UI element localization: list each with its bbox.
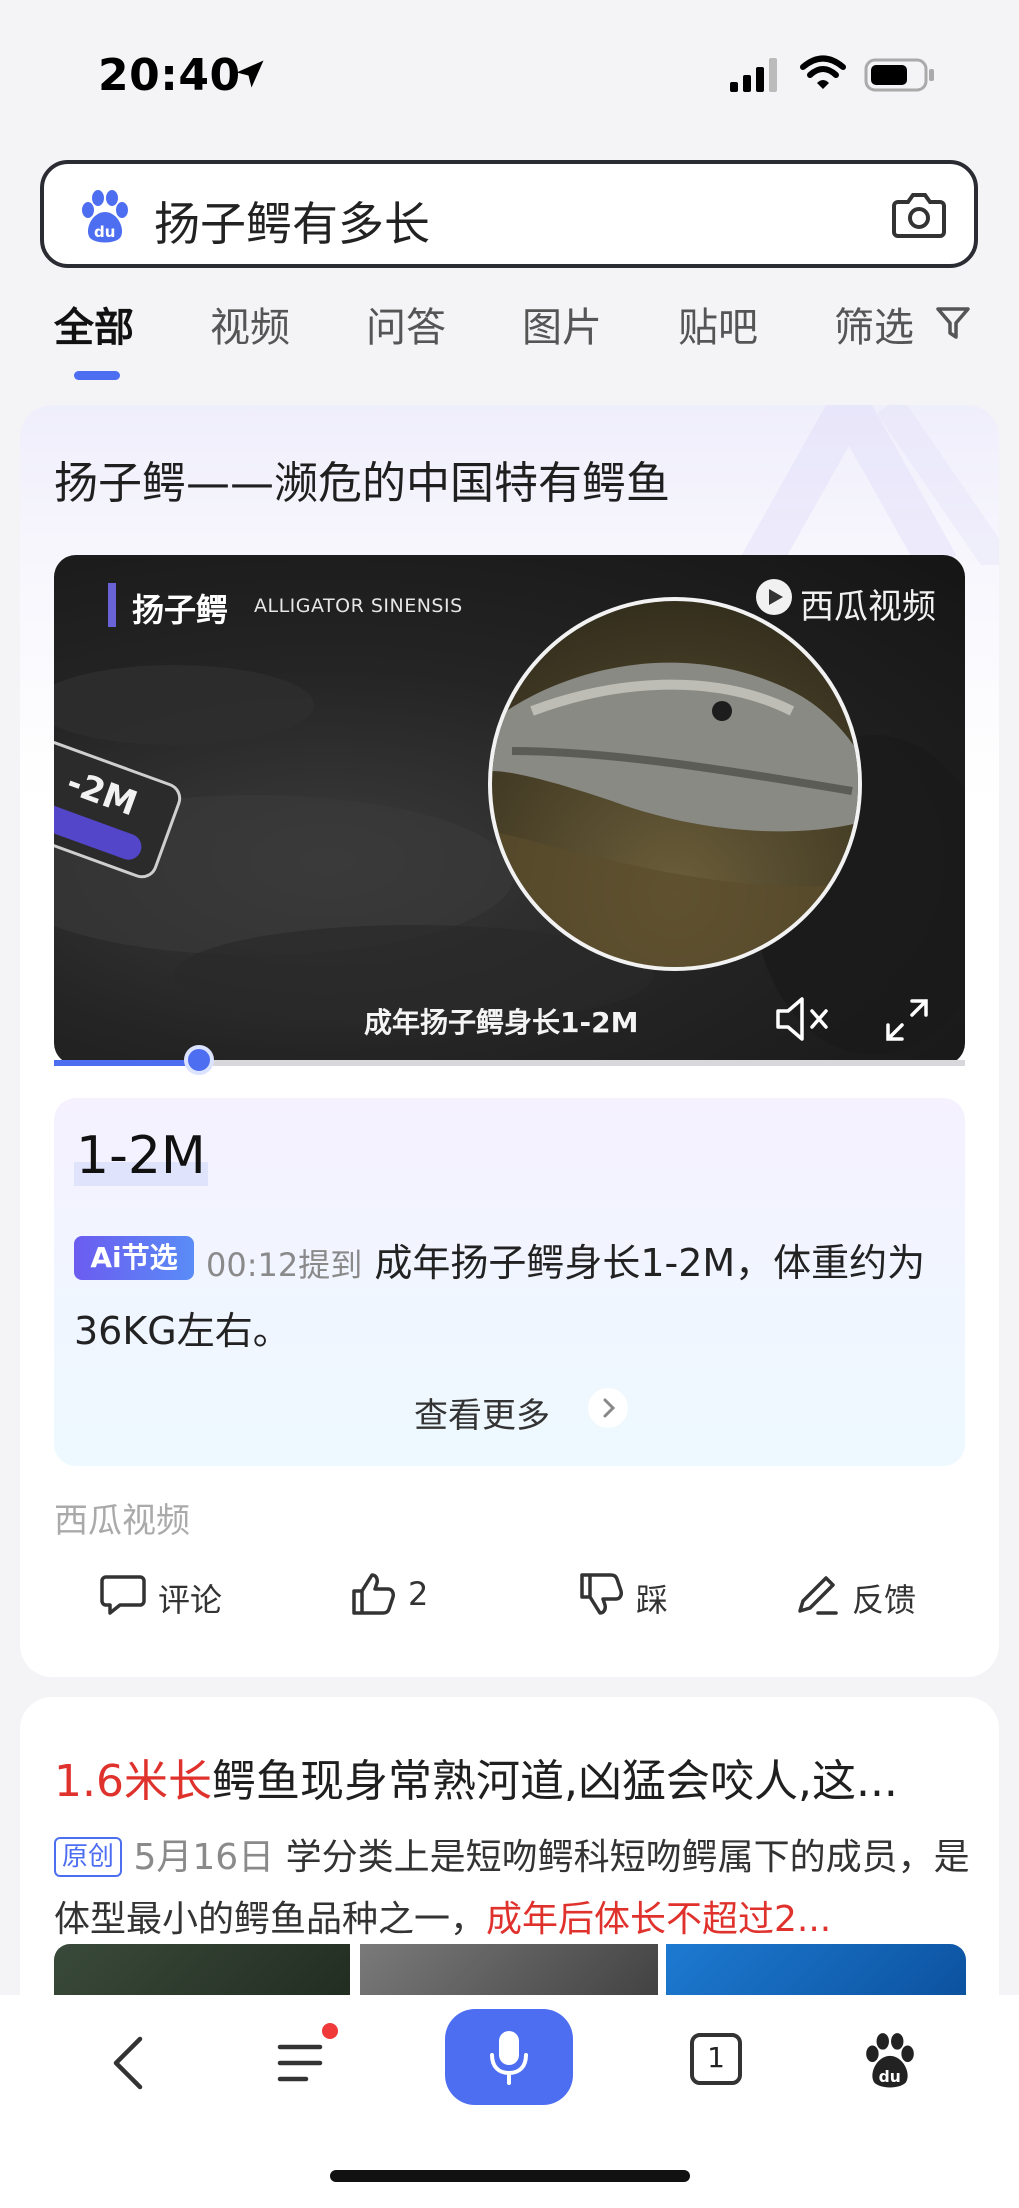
feedback-label: 反馈 xyxy=(852,1581,917,1619)
voice-search-button[interactable] xyxy=(445,2009,573,2105)
comment-icon xyxy=(100,1575,146,1615)
thumbs-up-icon xyxy=(352,1573,395,1615)
result-title[interactable]: 1.6米长鳄鱼现身常熟河道,凶猛会咬人,这... xyxy=(54,1745,898,1809)
video-subtitle-caption: 成年扬子鳄身长1-2M xyxy=(364,1006,639,1039)
title-rest: 鳄鱼现身常熟河道,凶猛会咬人,这... xyxy=(211,1756,898,1807)
result-card-article[interactable]: 1.6米长鳄鱼现身常熟河道,凶猛会咬人,这... 原创 5月16日 学分类上是短… xyxy=(20,1697,999,2027)
camera-icon[interactable] xyxy=(890,186,948,244)
chevron-right-icon[interactable] xyxy=(588,1388,628,1428)
status-time: 20:40 xyxy=(98,50,241,101)
back-icon[interactable] xyxy=(108,2033,148,2093)
baidu-logo-icon: du xyxy=(82,190,128,243)
tab-video[interactable]: 视频 xyxy=(210,295,290,353)
answer-highlight: 1-2M xyxy=(74,1126,208,1186)
like-count: 2 xyxy=(408,1575,429,1613)
active-tab-indicator xyxy=(74,371,120,380)
battery-icon xyxy=(864,58,934,92)
status-bar: 20:40 xyxy=(0,0,1019,150)
snippet-highlight: 成年后体长不超过2... xyxy=(486,1899,832,1940)
video-brand: 西瓜视频 xyxy=(800,587,936,627)
thumbs-down-icon xyxy=(580,1573,623,1615)
alligator-head-graphic xyxy=(492,662,858,967)
ai-answer-box: 1-2M Ai节选 00:12提到 成年扬子鳄身长1-2M，体重约为36KG左右… xyxy=(54,1098,965,1466)
search-input[interactable]: 扬子鳄有多长 xyxy=(154,188,430,254)
dislike-label: 踩 xyxy=(636,1581,669,1619)
result-actions: 评论 2 踩 反馈 xyxy=(20,1565,999,1635)
result-snippet: 原创 5月16日 学分类上是短吻鳄科短吻鳄属下的成员，是体型最小的鳄鱼品种之一，… xyxy=(54,1827,974,1951)
result-source[interactable]: 西瓜视频 xyxy=(54,1493,190,1542)
card-decoration xyxy=(741,405,999,565)
xigua-logo-icon xyxy=(756,579,792,615)
answer-body: 成年扬子鳄身长1-2M，体重约为36KG左右。 xyxy=(74,1241,926,1353)
tab-qa[interactable]: 问答 xyxy=(366,295,446,353)
cellular-signal-icon xyxy=(730,58,777,92)
filter-icon[interactable] xyxy=(934,303,972,343)
original-badge: 原创 xyxy=(54,1837,123,1877)
answer-text: 00:12提到 成年扬子鳄身长1-2M，体重约为36KG左右。 xyxy=(74,1230,954,1364)
search-box[interactable]: du 扬子鳄有多长 xyxy=(40,160,978,268)
title-highlight: 1.6米长 xyxy=(54,1756,212,1807)
microphone-icon xyxy=(490,2031,528,2085)
tab-images[interactable]: 图片 xyxy=(522,295,602,353)
title-accent-bar xyxy=(108,583,116,627)
result-card-video: 扬子鳄——濒危的中国特有鳄鱼 扬子鳄 ALLIGATOR SINENSIS 西瓜… xyxy=(20,405,999,1677)
see-more-link[interactable]: 查看更多 xyxy=(414,1388,550,1437)
menu-icon[interactable] xyxy=(276,2035,332,2091)
tabs-switcher-button[interactable]: 1 xyxy=(690,2033,742,2085)
video-progress-knob[interactable] xyxy=(184,1045,214,1075)
result-title[interactable]: 扬子鳄——濒危的中国特有鳄鱼 xyxy=(54,447,670,511)
svg-text:du: du xyxy=(879,2068,901,2086)
result-tabs: 全部 视频 问答 图片 贴吧 筛选 xyxy=(0,295,1019,385)
location-arrow-icon xyxy=(236,60,264,88)
video-overlay-title: 扬子鳄 xyxy=(132,591,229,629)
mute-icon[interactable] xyxy=(774,995,830,1043)
video-player[interactable]: 扬子鳄 ALLIGATOR SINENSIS 西瓜视频 -2M 成年扬子鳄身长1… xyxy=(54,555,965,1065)
tab-all[interactable]: 全部 xyxy=(54,295,134,353)
alligator-closeup-image xyxy=(488,597,862,971)
home-indicator[interactable] xyxy=(330,2170,690,2182)
svg-text:du: du xyxy=(94,223,115,241)
answer-timestamp[interactable]: 00:12提到 xyxy=(206,1246,362,1284)
baidu-home-icon[interactable]: du xyxy=(862,2031,918,2089)
wifi-icon xyxy=(800,55,846,89)
result-date: 5月16日 xyxy=(133,1837,275,1878)
tab-count: 1 xyxy=(707,2041,725,2074)
tab-filter[interactable]: 筛选 xyxy=(834,295,914,353)
video-overlay-subtitle: ALLIGATOR SINENSIS xyxy=(254,595,463,617)
tab-tieba[interactable]: 贴吧 xyxy=(678,295,758,353)
comment-label: 评论 xyxy=(158,1581,223,1619)
pencil-icon xyxy=(798,1576,838,1615)
notification-dot xyxy=(322,2023,338,2039)
fullscreen-icon[interactable] xyxy=(884,997,930,1043)
video-progress-fill xyxy=(54,1060,196,1066)
